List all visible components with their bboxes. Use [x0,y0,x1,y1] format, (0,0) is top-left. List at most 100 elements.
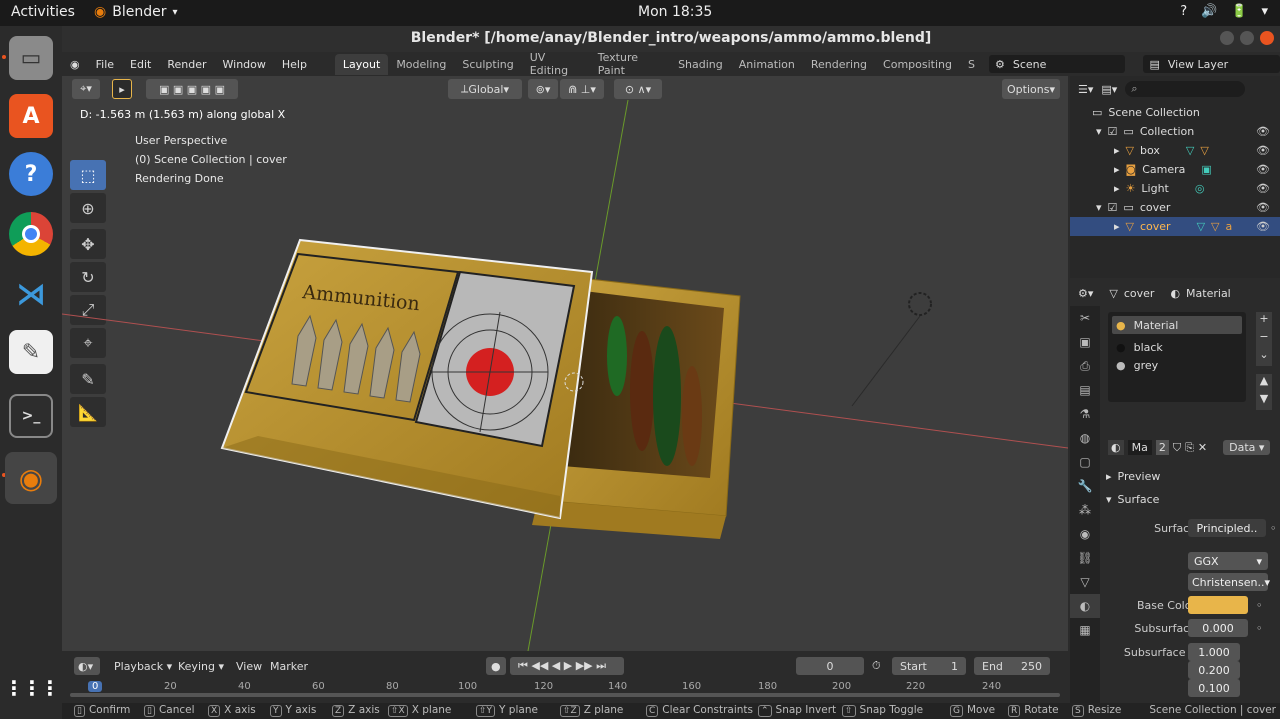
expand-arrow-icon[interactable]: ▸ [1114,220,1120,233]
close-button[interactable] [1260,31,1274,45]
surface-shader-field[interactable]: Principled.. [1188,519,1266,537]
playback-menu[interactable]: Playback ▾ [106,657,180,675]
subsurface-field[interactable]: 0.000 [1188,619,1248,637]
material-tab-icon[interactable]: ◐ [1070,594,1100,618]
texture-tab-icon[interactable]: ▦ [1070,618,1100,642]
physics-tab-icon[interactable]: ◉ [1070,522,1100,546]
distribution-dropdown[interactable]: GGX ▾ [1188,552,1268,570]
frame-ruler[interactable]: 0 20 40 60 80 100 120 140 160 180 200 22… [70,681,1060,697]
marker-menu[interactable]: Marker [262,657,316,675]
app-menu[interactable]: ◉ Blender ▾ [94,4,178,20]
menu-edit[interactable]: Edit [122,58,159,71]
system-menu-icon[interactable]: ▾ [1261,4,1268,19]
outliner-item-camera[interactable]: ▸ ◙ Camera ▣ 👁 [1070,160,1280,179]
editor-type-button[interactable]: ◐▾ [74,657,100,675]
scene-tab-icon[interactable]: ⚗ [1070,402,1100,426]
link-dropdown[interactable]: Data ▾ [1223,440,1271,455]
files-icon[interactable]: ▭ [9,36,53,80]
material-slot[interactable]: ● grey [1112,356,1242,374]
timeline-scrollbar[interactable] [70,693,1060,697]
unlink-icon[interactable]: ✕ [1198,441,1207,454]
outliner-item-cover[interactable]: ▸ ▽ cover ▽ ▽ a 👁 [1070,217,1280,236]
modifier-tab-icon[interactable]: 🔧 [1070,474,1100,498]
tab-animation[interactable]: Animation [731,54,803,75]
window-titlebar[interactable]: Blender* [/home/anay/Blender_intro/weapo… [62,26,1280,52]
expand-arrow-icon[interactable]: ▸ [1114,182,1120,195]
activities-button[interactable]: Activities [11,4,75,20]
world-tab-icon[interactable]: ◍ [1070,426,1100,450]
tool-tab-icon[interactable]: ✂ [1070,306,1100,330]
fake-user-icon[interactable]: ⛉ [1173,441,1181,455]
tab-layout[interactable]: Layout [334,53,389,75]
tab-compositing[interactable]: Compositing [875,54,960,75]
move-down-button[interactable]: ▼ [1256,392,1272,410]
menu-help[interactable]: Help [274,58,315,71]
eye-icon[interactable]: 👁 [1256,182,1270,195]
eye-icon[interactable]: 👁 [1256,220,1270,233]
expand-arrow-icon[interactable]: ▸ [1114,144,1120,157]
material-breadcrumb[interactable]: ◐ Material [1170,287,1230,300]
tab-modeling[interactable]: Modeling [388,54,454,75]
checkbox-icon[interactable]: ☑ [1108,201,1118,214]
minimize-button[interactable] [1220,31,1234,45]
subsurface-method-dropdown[interactable]: Christensen.. ▾ [1188,573,1270,591]
panel-preview-header[interactable]: ▸ Preview [1106,470,1160,483]
object-tab-icon[interactable]: ▢ [1070,450,1100,474]
constraints-tab-icon[interactable]: ⛓ [1070,546,1100,570]
panel-surface-header[interactable]: ▾ Surface [1106,493,1159,506]
expand-arrow-icon[interactable]: ▸ [1114,163,1120,176]
slot-specials-button[interactable]: ⌄ [1256,348,1272,366]
system-tray[interactable]: ? 🔊 🔋 ▾ [1180,4,1268,19]
tab-scripting[interactable]: S [960,54,983,75]
outliner-search-field[interactable]: ⌕ [1125,81,1246,97]
eye-icon[interactable]: 👁 [1256,163,1270,176]
link-socket-icon[interactable]: ◦ [1256,622,1263,635]
3d-viewport[interactable]: ⌖▾ ▸ ▣ ▣ ▣ ▣ ▣ ⟂ Global ▾ ⊚▾ ⋒ ⊥▾ ⊙ ∧▾ O… [62,76,1068,651]
users-count[interactable]: 2 [1155,440,1169,455]
editor-type-icon[interactable]: ⚙▾ [1078,287,1093,300]
maximize-button[interactable] [1240,31,1254,45]
menu-render[interactable]: Render [159,58,214,71]
stopwatch-icon[interactable]: ⏱ [870,657,886,675]
tab-sculpting[interactable]: Sculpting [454,54,521,75]
terminal-icon[interactable]: >_ [9,394,53,438]
material-slot[interactable]: ● Material [1112,316,1242,334]
display-mode-icon[interactable]: ▤▾ [1101,83,1117,96]
help-icon[interactable]: ? [9,152,53,196]
output-tab-icon[interactable]: ⎙ [1070,354,1100,378]
battery-icon[interactable]: 🔋 [1231,4,1247,19]
record-button[interactable]: ● [486,657,506,675]
base-color-swatch[interactable] [1188,596,1248,614]
keying-menu[interactable]: Keying ▾ [170,657,232,675]
text-editor-icon[interactable]: ✎ [9,330,53,374]
outliner-item-cover-collection[interactable]: ▾ ☑ ▭ cover 👁 [1070,198,1280,217]
scene-selector[interactable]: ⚙ Scene [988,55,1126,73]
expand-arrow-icon[interactable]: ▾ [1096,201,1102,214]
chrome-icon[interactable] [9,212,53,256]
playback-controls[interactable]: ⏮ ◀◀ ◀ ▶ ▶▶ ⏭ [510,657,624,675]
outliner-item-collection[interactable]: ▾ ☑ ▭ Collection 👁 [1070,122,1280,141]
radius-y-field[interactable]: 0.200 [1188,661,1240,679]
link-socket-icon[interactable]: ◦ [1256,599,1263,612]
view-layer-selector[interactable]: ▤ View Layer [1143,55,1280,73]
menu-window[interactable]: Window [215,58,274,71]
material-name-field[interactable]: Ma [1127,440,1152,455]
start-frame-field[interactable]: Start 1 [892,657,966,675]
move-up-button[interactable]: ▲ [1256,374,1272,392]
editor-type-icon[interactable]: ☰▾ [1078,83,1093,96]
view-layer-tab-icon[interactable]: ▤ [1070,378,1100,402]
outliner-item-light[interactable]: ▸ ☀ Light ◎ 👁 [1070,179,1280,198]
blender-dock-icon[interactable]: ◉ [5,452,57,504]
blender-logo-icon[interactable]: ◉ [62,58,88,71]
help-icon[interactable]: ? [1180,4,1187,19]
particles-tab-icon[interactable]: ⁂ [1070,498,1100,522]
material-browse-button[interactable]: ◐ [1108,440,1124,455]
link-socket-icon[interactable]: ◦ [1270,522,1277,535]
tab-shading[interactable]: Shading [670,54,731,75]
vscode-icon[interactable]: ⋊ [9,272,53,316]
volume-icon[interactable]: 🔊 [1201,4,1217,19]
material-slot-list[interactable]: ● Material ● black ● grey [1108,312,1246,402]
eye-icon[interactable]: 👁 [1256,125,1270,138]
software-icon[interactable]: A [9,94,53,138]
render-tab-icon[interactable]: ▣ [1070,330,1100,354]
